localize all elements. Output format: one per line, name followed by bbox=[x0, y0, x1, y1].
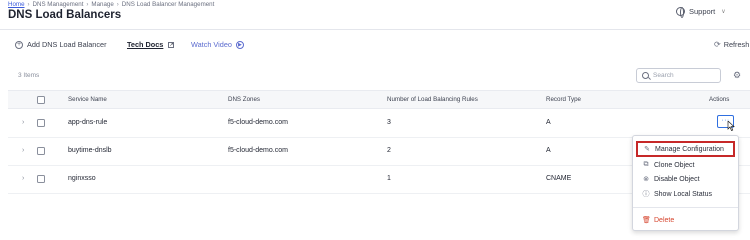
tech-docs-label: Tech Docs bbox=[127, 40, 164, 49]
breadcrumb: Home › DNS Management › Manage › DNS Loa… bbox=[8, 1, 214, 8]
refresh-button[interactable]: ⟳ Refresh bbox=[714, 40, 749, 49]
cell-rules-count: 2 bbox=[387, 147, 391, 154]
support-label: Support bbox=[689, 7, 716, 16]
expand-icon[interactable]: › bbox=[22, 119, 24, 126]
watch-video-link[interactable]: Watch Video ▶ bbox=[191, 40, 244, 49]
menu-item-label: Manage Configuration bbox=[655, 145, 724, 153]
refresh-label: Refresh bbox=[723, 40, 750, 49]
column-header-service-name[interactable]: Service Name bbox=[68, 96, 107, 103]
breadcrumb-current: DNS Load Balancer Management bbox=[121, 1, 215, 8]
cell-service-name: buytime-dnslb bbox=[68, 147, 112, 154]
cell-rules-count: 1 bbox=[387, 175, 391, 182]
menu-item-delete[interactable]: 🗑 Delete bbox=[633, 213, 738, 227]
trash-icon: 🗑 bbox=[642, 217, 651, 224]
expand-icon[interactable]: › bbox=[22, 147, 24, 154]
mouse-cursor-icon bbox=[727, 121, 735, 131]
row-actions-menu: ✎ Manage Configuration ⧉ Clone Object ⊗ … bbox=[632, 135, 739, 231]
menu-item-label: Disable Object bbox=[654, 175, 700, 183]
column-header-record-type[interactable]: Record Type bbox=[546, 96, 581, 103]
cell-service-name: nginxsso bbox=[68, 175, 96, 182]
external-link-icon: ↗ bbox=[168, 41, 175, 48]
breadcrumb-separator: › bbox=[86, 1, 89, 8]
header-divider bbox=[0, 29, 750, 30]
support-menu[interactable]: Support ∨ bbox=[676, 7, 726, 18]
breadcrumb-separator: › bbox=[116, 1, 119, 8]
search-icon bbox=[642, 72, 649, 79]
menu-item-disable-object[interactable]: ⊗ Disable Object bbox=[633, 172, 738, 186]
column-header-actions: Actions bbox=[709, 96, 730, 103]
menu-item-label: Clone Object bbox=[654, 161, 695, 169]
watch-video-label: Watch Video bbox=[191, 40, 232, 49]
menu-item-label: Delete bbox=[654, 216, 675, 224]
cell-dns-zones: f5-cloud-demo.com bbox=[228, 119, 288, 126]
chevron-down-icon: ∨ bbox=[721, 9, 726, 15]
globe-icon bbox=[676, 7, 685, 18]
expand-icon[interactable]: › bbox=[22, 175, 24, 182]
items-count: 3 Items bbox=[18, 72, 40, 79]
breadcrumb-home[interactable]: Home bbox=[8, 1, 25, 8]
add-dns-load-balancer-button[interactable]: + Add DNS Load Balancer bbox=[15, 40, 107, 49]
clone-icon: ⧉ bbox=[643, 161, 649, 168]
select-all-checkbox[interactable] bbox=[37, 96, 45, 104]
refresh-icon: ⟳ bbox=[714, 40, 721, 49]
add-icon: + bbox=[15, 40, 23, 49]
cell-service-name: app-dns-rule bbox=[68, 119, 108, 126]
cell-record-type: A bbox=[546, 119, 551, 126]
menu-item-show-local-status[interactable]: ⓘ Show Local Status bbox=[633, 187, 738, 201]
settings-icon[interactable]: ⚙ bbox=[733, 70, 741, 81]
table-row[interactable]: › app-dns-rule f5-cloud-demo.com 3 A bbox=[8, 110, 750, 138]
row-checkbox[interactable] bbox=[37, 119, 45, 127]
toolbar: + Add DNS Load Balancer Tech Docs ↗ Watc… bbox=[0, 38, 750, 52]
row-checkbox[interactable] bbox=[37, 147, 45, 155]
menu-item-clone-object[interactable]: ⧉ Clone Object bbox=[633, 158, 738, 172]
column-header-rules-count[interactable]: Number of Load Balancing Rules bbox=[387, 96, 478, 103]
menu-item-manage-configuration[interactable]: ✎ Manage Configuration bbox=[636, 141, 735, 157]
table-header: Service Name DNS Zones Number of Load Ba… bbox=[8, 90, 750, 109]
cell-dns-zones: f5-cloud-demo.com bbox=[228, 147, 288, 154]
add-button-label: Add DNS Load Balancer bbox=[27, 40, 107, 49]
tech-docs-link[interactable]: Tech Docs ↗ bbox=[127, 40, 175, 49]
edit-icon: ✎ bbox=[644, 146, 650, 153]
breadcrumb-separator: › bbox=[27, 1, 30, 8]
search-input[interactable] bbox=[653, 72, 721, 79]
column-header-dns-zones[interactable]: DNS Zones bbox=[228, 96, 260, 103]
cell-record-type: CNAME bbox=[546, 175, 572, 182]
page-title: DNS Load Balancers bbox=[8, 9, 122, 21]
info-icon: ⓘ bbox=[642, 191, 650, 198]
play-icon: ▶ bbox=[235, 40, 244, 49]
row-checkbox[interactable] bbox=[37, 175, 45, 183]
disable-icon: ⊗ bbox=[643, 176, 649, 183]
menu-item-label: Show Local Status bbox=[654, 190, 712, 198]
search-field[interactable] bbox=[636, 68, 721, 83]
cell-record-type: A bbox=[546, 147, 551, 154]
menu-divider bbox=[633, 207, 738, 208]
cell-rules-count: 3 bbox=[387, 119, 391, 126]
breadcrumb-dns-management[interactable]: DNS Management bbox=[33, 1, 84, 8]
breadcrumb-manage[interactable]: Manage bbox=[91, 1, 113, 8]
